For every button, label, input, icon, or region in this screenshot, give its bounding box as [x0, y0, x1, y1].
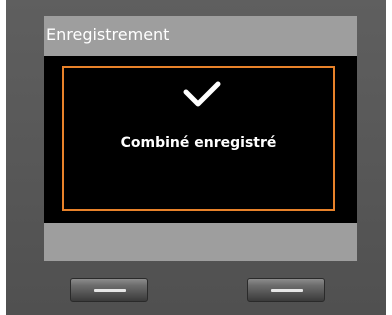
softkey-label-bar: [44, 223, 357, 261]
status-message: Combiné enregistré: [120, 135, 277, 151]
dash-icon: [94, 289, 126, 292]
title-bar: Enregistrement: [44, 16, 357, 56]
check-icon: [183, 81, 221, 107]
status-message-box: Combiné enregistré: [62, 66, 335, 211]
screen-content: Combiné enregistré: [44, 56, 357, 239]
right-softkey-button[interactable]: [247, 278, 325, 302]
handset-device: Enregistrement Combiné enregistré: [6, 0, 386, 315]
dash-icon: [271, 289, 303, 292]
left-softkey-button[interactable]: [70, 278, 148, 302]
display-screen: Enregistrement Combiné enregistré: [44, 16, 357, 261]
screen-title: Enregistrement: [46, 25, 170, 44]
